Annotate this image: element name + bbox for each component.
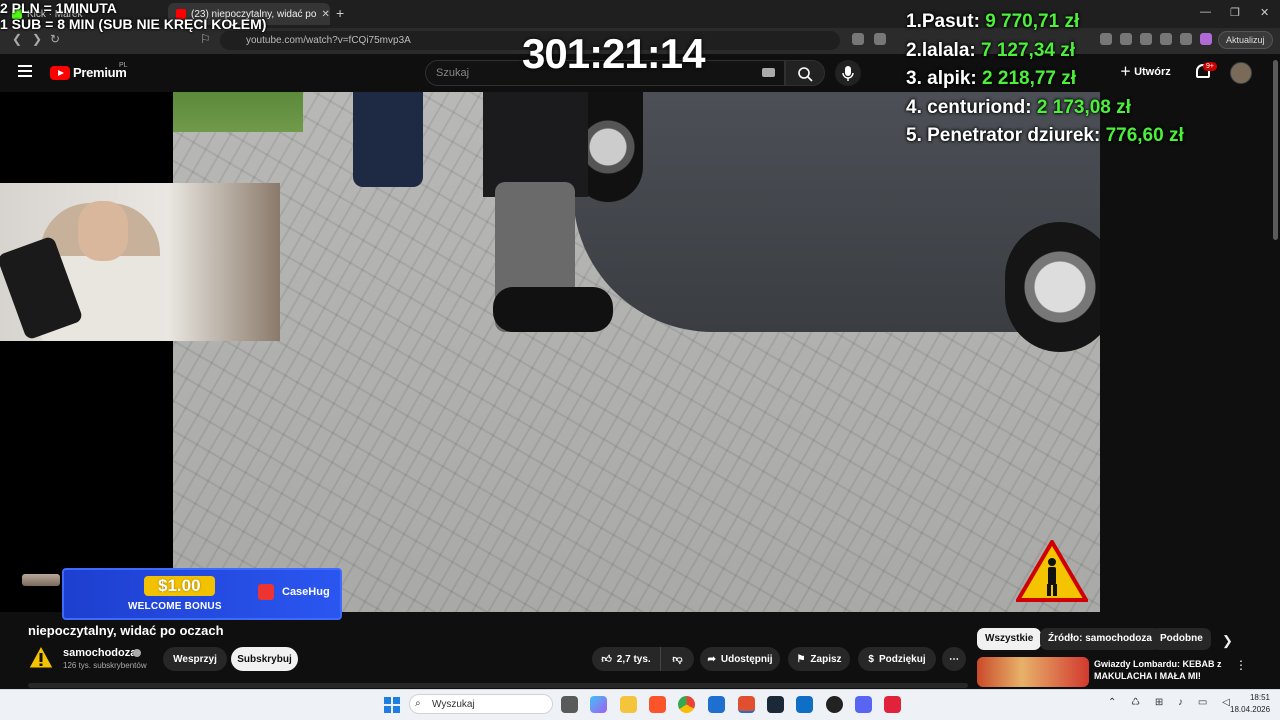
save-button[interactable]: ⚑ Zapisz	[788, 647, 850, 671]
voice-search-button[interactable]	[835, 60, 861, 86]
close-window-button[interactable]: ✕	[1260, 6, 1269, 19]
person-legs	[353, 92, 423, 187]
description-box[interactable]	[28, 683, 968, 688]
search-button[interactable]	[785, 60, 825, 86]
brave-icon[interactable]	[649, 696, 666, 713]
search-icon	[798, 67, 813, 82]
donation-leaderboard: 1.Pasut: 9 770,71 zł 2.lalala: 7 127,34 …	[906, 8, 1184, 151]
thanks-button[interactable]: $ Podziękuj	[858, 647, 936, 671]
notification-count-badge: 9+	[1203, 62, 1217, 71]
profile-icon[interactable]	[1200, 33, 1212, 45]
streamer-head	[78, 201, 128, 261]
chip-similar[interactable]: Podobne	[1152, 628, 1211, 650]
verified-icon	[133, 649, 141, 657]
pistol-icon	[22, 574, 60, 586]
grass-patch	[173, 92, 303, 132]
like-count: 2,7 tys.	[616, 653, 651, 665]
leaderboard-entry: 1.Pasut: 9 770,71 zł	[906, 11, 1080, 32]
support-button[interactable]: Wesprzyj	[163, 647, 227, 671]
region-label: PL	[119, 62, 128, 69]
clock-time[interactable]: 18:51	[1244, 693, 1270, 702]
recommended-video-thumbnail[interactable]	[977, 657, 1089, 687]
steam-icon[interactable]	[767, 696, 784, 713]
sneakers	[493, 287, 613, 332]
chevron-right-icon[interactable]: ❯	[1222, 633, 1233, 649]
windows-start-icon[interactable]	[384, 697, 400, 713]
price-line: 2 PLN = 1MINUTA	[0, 0, 117, 16]
brave-active-icon[interactable]	[738, 696, 755, 713]
obs-icon[interactable]	[826, 696, 843, 713]
price-line: 1 SUB = 8 MIN (SUB NIE KRĘCI KOŁEM)	[0, 16, 267, 32]
promo-price: $1.00	[144, 576, 215, 596]
subathon-timer: 301:21:14	[522, 30, 705, 77]
share-label: Udostępnij	[720, 653, 773, 665]
promo-bonus-label: WELCOME BONUS	[128, 601, 222, 612]
new-tab-button[interactable]: +	[336, 5, 344, 21]
update-button[interactable]: Aktualizuj	[1218, 31, 1273, 49]
channel-avatar-icon[interactable]	[28, 645, 54, 669]
forward-icon[interactable]: ❯	[32, 32, 42, 46]
like-button[interactable]: 👍︎ 2,7 tys.	[592, 647, 660, 671]
stream-price-overlay: 2 PLN = 1MINUTA 1 SUB = 8 MIN (SUB NIE K…	[0, 0, 266, 32]
share-icon: ➦	[707, 653, 716, 665]
leaderboard-entry: 3. alpik: 2 218,77 zł	[906, 68, 1077, 89]
more-actions-icon[interactable]: ⋯	[942, 647, 966, 671]
channel-name[interactable]: samochodoza	[63, 647, 136, 659]
scrollbar-thumb[interactable]	[1273, 60, 1278, 240]
promo-brand-label: CaseHug	[282, 586, 330, 598]
leaderboard-entry: 5. Penetrator dziurek: 776,60 zł	[906, 125, 1184, 146]
dislike-button[interactable]: 👎︎	[660, 647, 694, 671]
bookmark-icon[interactable]: ⚐	[200, 32, 211, 46]
close-tab-icon[interactable]: ✕	[321, 9, 329, 20]
share-button[interactable]: ➦ Udostępnij	[700, 647, 780, 671]
thumbs-up-icon: 👍︎	[601, 654, 612, 665]
leaderboard-entry: 2.lalala: 7 127,34 zł	[906, 39, 1076, 61]
copilot-icon[interactable]	[590, 696, 607, 713]
mic-icon	[842, 66, 854, 81]
discord-icon[interactable]	[855, 696, 872, 713]
app-icon[interactable]	[884, 696, 901, 713]
file-explorer-icon[interactable]	[620, 696, 637, 713]
chrome-icon[interactable]	[678, 696, 695, 713]
chip-source[interactable]: Źródło: samochodoza	[1040, 628, 1160, 650]
taskbar-search[interactable]: Wyszukaj	[409, 694, 553, 714]
thanks-label: Podziękuj	[878, 653, 926, 665]
thumbs-down-icon: 👎︎	[672, 654, 683, 665]
back-icon[interactable]: ❮	[12, 32, 22, 46]
windows-taskbar	[0, 689, 1280, 720]
chip-all[interactable]: Wszystkie	[977, 628, 1042, 650]
clock-date[interactable]: 18.04.2026	[1230, 705, 1270, 714]
search-icon: ⌕	[415, 698, 421, 709]
store-icon[interactable]	[708, 696, 725, 713]
subscriber-count: 126 tys. subskrybentów	[63, 661, 147, 670]
youtube-logo-icon[interactable]	[50, 66, 70, 80]
system-tray-icons[interactable]: ⌃ ♺ ⊞ ♪ ▭ ◁	[1108, 697, 1236, 708]
car-wheel	[1005, 222, 1100, 352]
extension-icon[interactable]	[852, 33, 864, 45]
share-page-icon[interactable]	[874, 33, 886, 45]
streamer-webcam	[0, 183, 280, 341]
account-avatar[interactable]	[1230, 62, 1252, 84]
kebab-menu-icon[interactable]: ⋮	[1235, 658, 1247, 672]
app-icon[interactable]	[796, 696, 813, 713]
warning-sign-icon	[1016, 540, 1088, 602]
reload-icon[interactable]: ↻	[50, 32, 60, 46]
minimize-button[interactable]: —	[1200, 6, 1211, 18]
casehug-logo-icon	[258, 584, 274, 600]
video-frame[interactable]	[173, 92, 1100, 612]
bookmark-icon: ⚑	[796, 653, 806, 665]
menu-icon[interactable]	[18, 65, 32, 77]
leaderboard-entry: 4. centuriond: 2 173,08 zł	[906, 96, 1131, 118]
save-label: Zapisz	[810, 653, 842, 665]
video-title: niepoczytalny, widać po oczach	[28, 623, 224, 638]
maximize-button[interactable]: ❐	[1230, 6, 1240, 19]
thanks-icon: $	[868, 653, 874, 665]
recommended-video-title[interactable]: Gwiazdy Lombardu: KEBAB z MAKULACHA I MA…	[1094, 658, 1234, 682]
keyboard-icon[interactable]	[762, 68, 775, 77]
task-view-icon[interactable]	[561, 696, 578, 713]
subscribe-button[interactable]: Subskrybuj	[231, 647, 298, 671]
